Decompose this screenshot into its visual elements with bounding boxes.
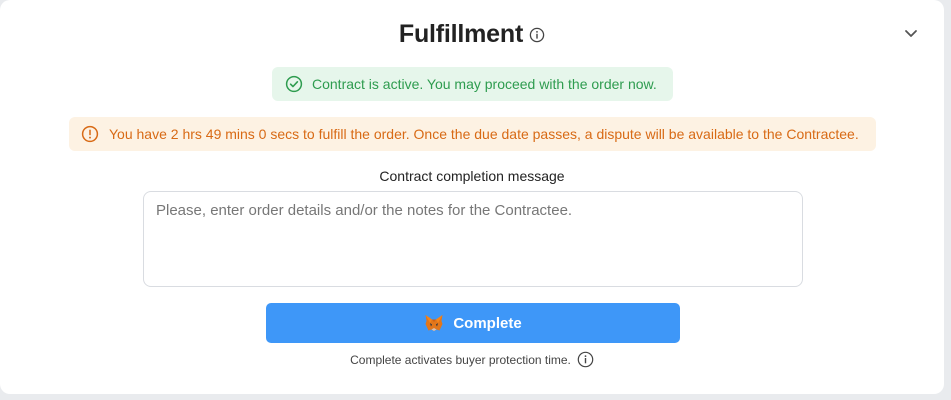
deadline-warning-alert: You have 2 hrs 49 mins 0 secs to fulfill…: [69, 117, 876, 151]
metamask-fox-icon: [424, 314, 444, 332]
complete-button[interactable]: Complete: [266, 303, 680, 343]
info-icon[interactable]: [577, 351, 594, 368]
fulfillment-card: Fulfillment Contract is active. You may …: [0, 0, 944, 394]
success-alert: Contract is active. You may proceed with…: [272, 67, 673, 101]
exclamation-circle-icon: [81, 125, 99, 143]
page-title: Fulfillment: [398, 19, 524, 48]
success-alert-text: Contract is active. You may proceed with…: [312, 76, 657, 92]
completion-message-label: Contract completion message: [379, 168, 565, 184]
chevron-down-icon[interactable]: [903, 25, 919, 41]
buyer-protection-hint: Complete activates buyer protection time…: [0, 351, 944, 368]
card-header: Fulfillment: [0, 18, 944, 50]
info-icon[interactable]: [529, 27, 545, 43]
complete-button-label: Complete: [453, 314, 522, 332]
warning-alert-text: You have 2 hrs 49 mins 0 secs to fulfill…: [109, 126, 859, 142]
hint-text: Complete activates buyer protection time…: [350, 352, 571, 367]
check-circle-icon: [285, 75, 303, 93]
completion-message-input[interactable]: [143, 191, 803, 287]
